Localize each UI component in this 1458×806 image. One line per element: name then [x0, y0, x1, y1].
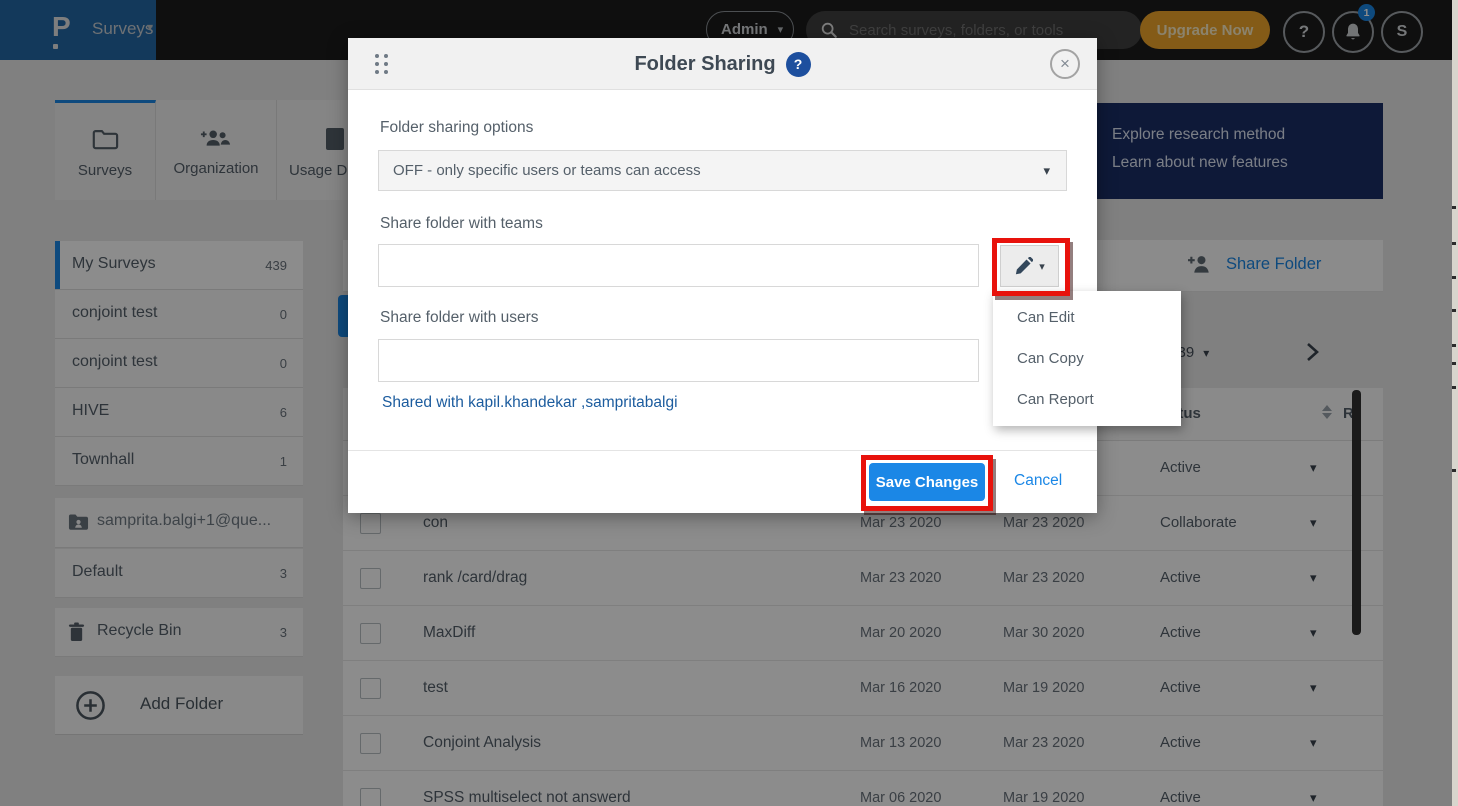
modal-header: Folder Sharing ? ×	[348, 38, 1097, 90]
annotation-box-save-button	[861, 455, 993, 511]
permission-menu: Can Edit Can Copy Can Report	[993, 291, 1181, 426]
menu-item-can-report[interactable]: Can Report	[993, 379, 1181, 420]
cancel-button[interactable]: Cancel	[1014, 472, 1062, 490]
menu-item-can-copy[interactable]: Can Copy	[993, 338, 1181, 379]
close-button[interactable]: ×	[1050, 49, 1080, 79]
share-users-label: Share folder with users	[380, 309, 539, 327]
select-caret-icon: ▾	[1043, 163, 1050, 179]
browser-scrollbar[interactable]	[1452, 0, 1458, 806]
shared-with-note: Shared with kapil.khandekar ,sampritabal…	[382, 394, 678, 412]
annotation-box-permission-button	[992, 238, 1070, 296]
modal-footer-divider	[348, 450, 1097, 451]
share-teams-label: Share folder with teams	[380, 215, 543, 233]
app-root: P Surveys ▾ Admin ▾ Upgrade Now ?	[0, 0, 1458, 806]
close-icon: ×	[1060, 54, 1070, 74]
sharing-options-select[interactable]: OFF - only specific users or teams can a…	[378, 150, 1067, 191]
share-users-input[interactable]	[378, 339, 979, 382]
sharing-options-label: Folder sharing options	[380, 119, 533, 137]
modal-help-icon[interactable]: ?	[786, 52, 811, 77]
modal-title: Folder Sharing	[634, 53, 775, 76]
menu-item-can-edit[interactable]: Can Edit	[993, 297, 1181, 338]
folder-sharing-modal: Folder Sharing ? × Folder sharing option…	[348, 38, 1097, 513]
sharing-options-value: OFF - only specific users or teams can a…	[393, 162, 701, 179]
share-teams-input[interactable]	[378, 244, 979, 287]
